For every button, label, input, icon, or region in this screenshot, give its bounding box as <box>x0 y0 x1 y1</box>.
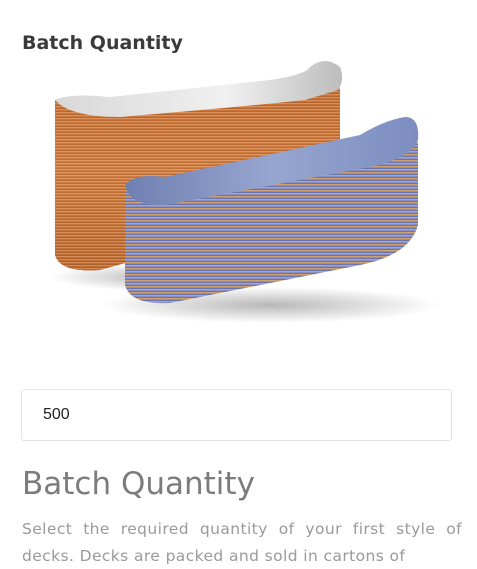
skateboard-stacks-illustration <box>50 61 440 323</box>
info-description: Select the required quantity of your fir… <box>22 520 462 565</box>
quantity-input[interactable] <box>21 389 452 441</box>
batch-quantity-page: Batch Quantity 500 Batch Quantity Select… <box>0 0 477 569</box>
info-heading: Batch Quantity <box>22 466 255 502</box>
product-image <box>40 55 440 335</box>
section-label: Batch Quantity <box>22 32 183 54</box>
